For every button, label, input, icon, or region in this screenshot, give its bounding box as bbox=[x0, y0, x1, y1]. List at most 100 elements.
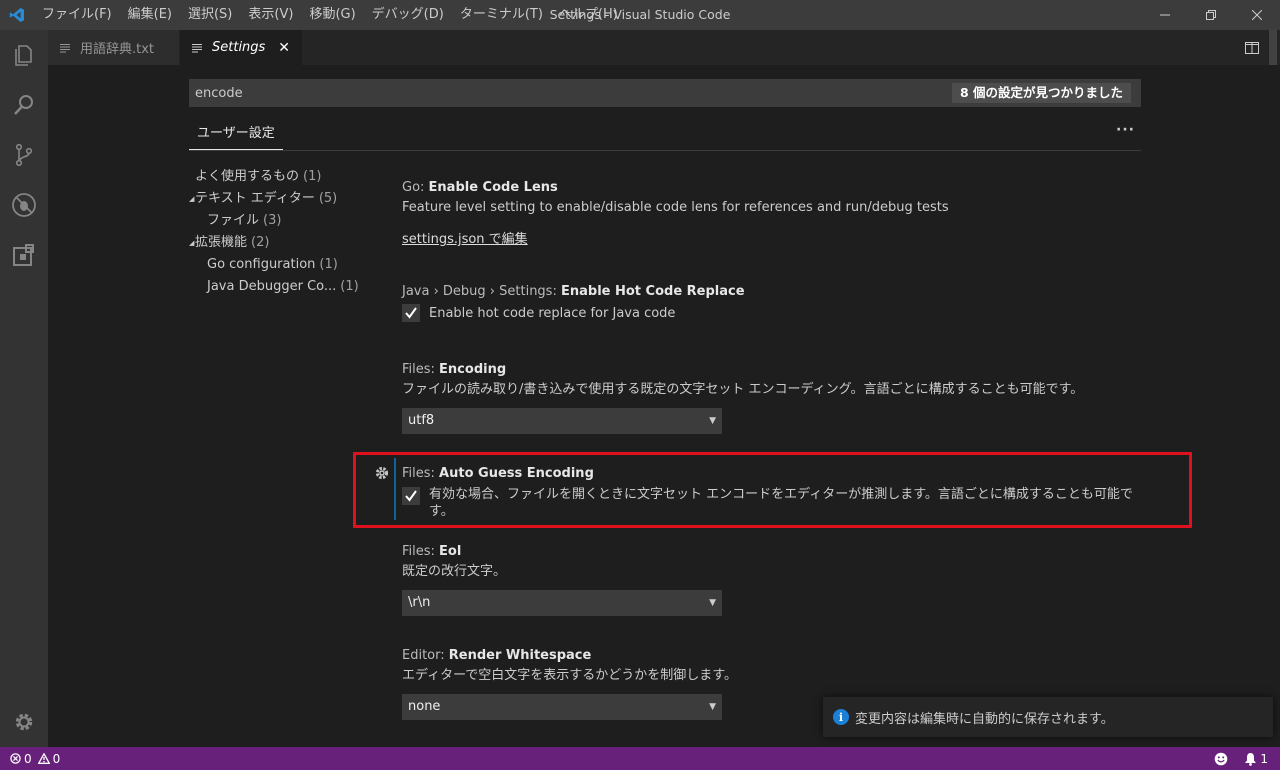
activity-bar bbox=[0, 30, 48, 747]
menu-bar: ファイル(F) 編集(E) 選択(S) 表示(V) 移動(G) デバッグ(D) … bbox=[34, 0, 626, 30]
setting-gear-button[interactable] bbox=[374, 465, 390, 481]
toc-count: (1) bbox=[319, 257, 338, 272]
menu-selection[interactable]: 選択(S) bbox=[180, 0, 240, 30]
encoding-select[interactable]: utf8 ▼ bbox=[402, 408, 722, 434]
menu-edit[interactable]: 編集(E) bbox=[120, 0, 180, 30]
setting-files-auto-guess-encoding: Files: Auto Guess Encoding 有効な場合、ファイルを開く… bbox=[402, 464, 1162, 520]
debug-button[interactable] bbox=[0, 180, 48, 230]
debug-icon bbox=[12, 193, 36, 217]
setting-description: 既定の改行文字。 bbox=[402, 564, 507, 579]
setting-category: Java › Debug › Settings: bbox=[402, 284, 561, 299]
info-icon: i bbox=[833, 709, 849, 725]
minimize-icon bbox=[1160, 14, 1170, 16]
toc-item-extensions[interactable]: ◢ 拡張機能 (2) bbox=[189, 232, 359, 254]
setting-category: Files: bbox=[402, 544, 440, 559]
extensions-button[interactable] bbox=[0, 230, 48, 280]
notification-toast[interactable]: i 変更内容は編集時に自動的に保存されます。 bbox=[823, 697, 1273, 737]
vscode-logo-icon bbox=[0, 0, 34, 30]
minimize-button[interactable] bbox=[1142, 0, 1188, 30]
error-icon bbox=[10, 753, 21, 764]
setting-category: Files: bbox=[402, 466, 440, 481]
editor-tab-bar: 用語辞典.txt Settings ✕ bbox=[48, 30, 1280, 65]
tab-close-icon[interactable]: ✕ bbox=[278, 40, 290, 56]
tab-label: Settings bbox=[212, 40, 266, 55]
search-result-count: 8 個の設定が見つかりました bbox=[951, 83, 1131, 103]
edit-in-settings-json-link[interactable]: settings.json で編集 bbox=[402, 228, 528, 247]
description-line-2: す。 bbox=[429, 504, 454, 519]
warning-icon bbox=[37, 753, 50, 764]
tab-user-settings[interactable]: ユーザー設定 bbox=[189, 118, 283, 150]
render-whitespace-select[interactable]: none ▼ bbox=[402, 694, 722, 720]
status-bar: 0 0 1 bbox=[0, 747, 1280, 770]
eol-select[interactable]: \r\n ▼ bbox=[402, 590, 722, 616]
tab-label: 用語辞典.txt bbox=[80, 42, 155, 57]
menu-go[interactable]: 移動(G) bbox=[301, 0, 363, 30]
settings-toc: よく使用するもの (1) ◢ テキスト エディター (5) ファイル (3) ◢ 拡張… bbox=[189, 166, 359, 298]
tab-glossary[interactable]: 用語辞典.txt bbox=[48, 30, 180, 65]
settings-search-input[interactable] bbox=[195, 85, 935, 101]
menu-debug[interactable]: デバッグ(D) bbox=[364, 0, 452, 30]
toc-item-go-configuration[interactable]: Go configuration (1) bbox=[189, 254, 359, 276]
setting-title: Files: Encoding bbox=[402, 360, 1162, 380]
toc-item-text-editor[interactable]: ◢ テキスト エディター (5) bbox=[189, 188, 359, 210]
error-count: 0 bbox=[24, 751, 32, 766]
hot-code-replace-checkbox[interactable] bbox=[402, 304, 420, 322]
setting-files-encoding: Files: Encoding ファイルの読み取り/書き込みで使用する既定の文字… bbox=[402, 360, 1162, 434]
toc-label: テキスト エディター bbox=[195, 191, 315, 206]
text-file-icon bbox=[60, 43, 74, 53]
feedback-button[interactable] bbox=[1214, 752, 1228, 766]
explorer-button[interactable] bbox=[0, 30, 48, 80]
status-right-items: 1 bbox=[1214, 747, 1268, 770]
auto-guess-encoding-checkbox[interactable] bbox=[402, 487, 420, 505]
menu-view[interactable]: 表示(V) bbox=[240, 0, 301, 30]
gear-icon bbox=[375, 466, 389, 480]
checkbox-row: 有効な場合、ファイルを開くときに文字セット エンコードをエディターが推測します。… bbox=[402, 486, 1162, 520]
gear-icon bbox=[15, 713, 33, 731]
warnings-status: 0 bbox=[37, 752, 60, 766]
manage-button[interactable] bbox=[0, 697, 48, 747]
setting-java-hot-code-replace: Java › Debug › Settings: Enable Hot Code… bbox=[402, 282, 1162, 324]
select-value: \r\n bbox=[408, 595, 431, 610]
restore-icon bbox=[1206, 10, 1216, 20]
dropdown-arrow-icon: ▼ bbox=[709, 416, 716, 426]
source-control-button[interactable] bbox=[0, 130, 48, 180]
toc-item-commonly-used[interactable]: よく使用するもの (1) bbox=[189, 166, 359, 188]
search-icon bbox=[14, 95, 33, 115]
search-button[interactable] bbox=[0, 80, 48, 130]
restore-button[interactable] bbox=[1188, 0, 1234, 30]
smiley-icon bbox=[1215, 752, 1228, 765]
notification-text: 変更内容は編集時に自動的に保存されます。 bbox=[855, 711, 1114, 727]
setting-category: Editor: bbox=[402, 648, 449, 663]
menu-terminal[interactable]: ターミナル(T) bbox=[452, 0, 551, 30]
files-icon bbox=[15, 45, 32, 66]
split-editor-icon bbox=[1245, 41, 1259, 54]
title-bar: ファイル(F) 編集(E) 選択(S) 表示(V) 移動(G) デバッグ(D) … bbox=[0, 0, 1280, 30]
extensions-icon bbox=[13, 244, 34, 266]
toc-item-files[interactable]: ファイル (3) bbox=[189, 210, 359, 232]
setting-key: Eol bbox=[439, 544, 462, 559]
problems-indicator[interactable]: 0 0 bbox=[0, 752, 66, 766]
setting-go-enable-code-lens: Go: Enable Code Lens Feature level setti… bbox=[402, 178, 1162, 247]
setting-title: Files: Auto Guess Encoding bbox=[402, 464, 1162, 484]
menu-help[interactable]: ヘルプ(H) bbox=[551, 0, 626, 30]
setting-title: Java › Debug › Settings: Enable Hot Code… bbox=[402, 282, 1162, 302]
errors-status: 0 bbox=[10, 752, 32, 766]
notifications-button[interactable]: 1 bbox=[1244, 752, 1268, 766]
setting-description: エディターで空白文字を表示するかどうかを制御します。 bbox=[402, 668, 738, 683]
more-actions-button[interactable]: ··· bbox=[1116, 122, 1135, 138]
setting-description: ファイルの読み取り/書き込みで使用する既定の文字セット エンコーディング。言語ご… bbox=[402, 382, 1084, 397]
menu-file[interactable]: ファイル(F) bbox=[34, 0, 120, 30]
setting-key: Enable Hot Code Replace bbox=[560, 284, 745, 299]
toc-count: (1) bbox=[303, 169, 322, 184]
toc-item-java-debugger[interactable]: Java Debugger Co... (1) bbox=[189, 276, 359, 298]
setting-category: Go: bbox=[402, 180, 429, 195]
scrollbar-handle[interactable] bbox=[1266, 30, 1280, 65]
close-window-button[interactable] bbox=[1234, 0, 1280, 30]
checkmark-icon bbox=[405, 307, 417, 319]
setting-key: Render Whitespace bbox=[448, 648, 592, 663]
scope-divider bbox=[189, 150, 1141, 151]
tab-settings[interactable]: Settings ✕ bbox=[180, 30, 302, 65]
toc-count: (1) bbox=[340, 279, 359, 294]
toc-label: よく使用するもの bbox=[195, 169, 300, 184]
split-editor-button[interactable] bbox=[1238, 30, 1266, 65]
